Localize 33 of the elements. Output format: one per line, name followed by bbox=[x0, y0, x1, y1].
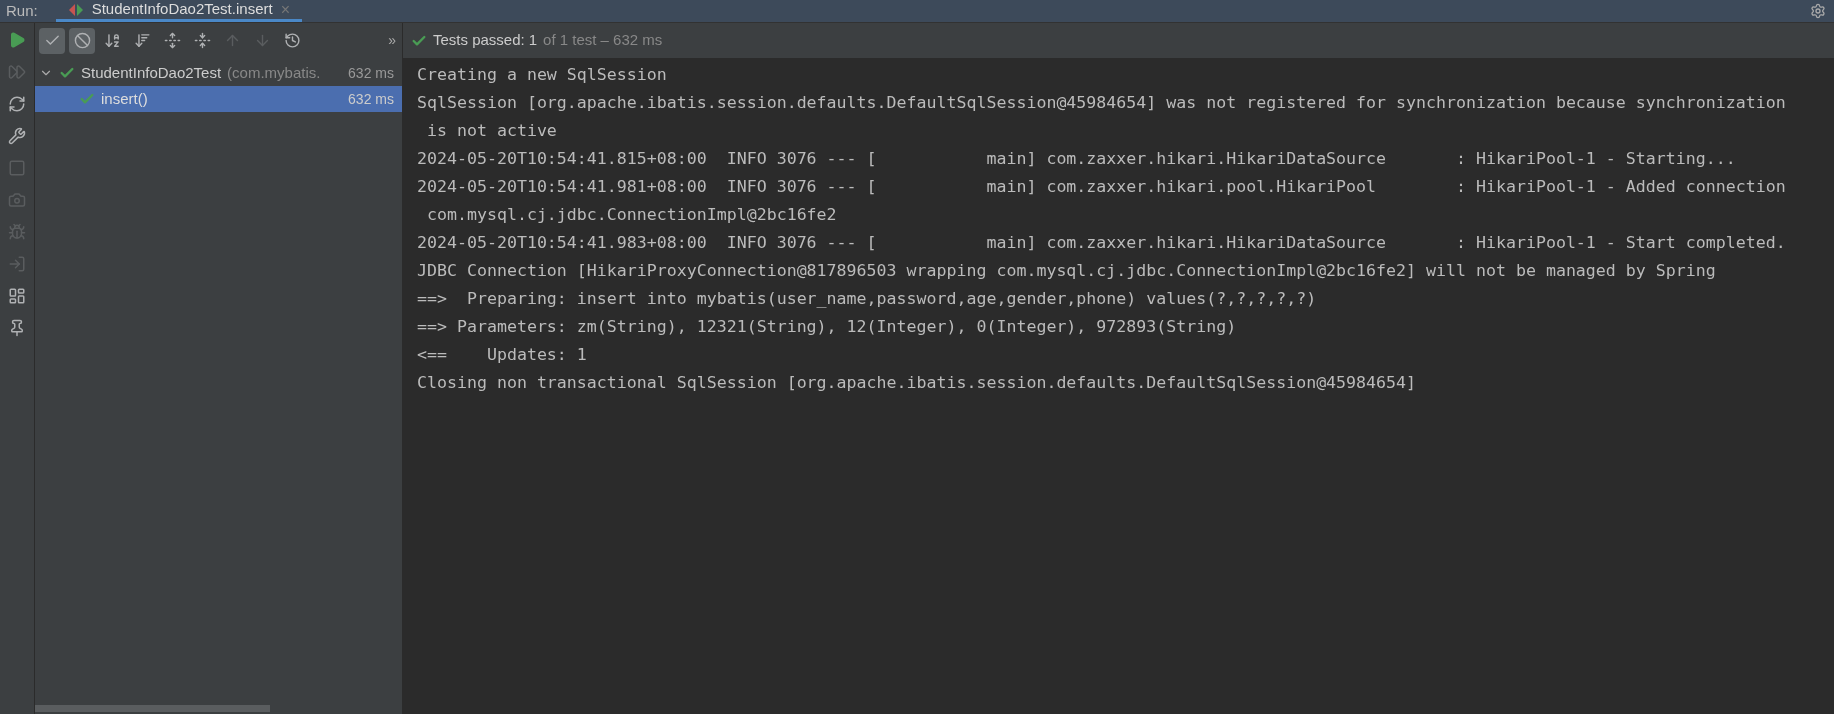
tree-row[interactable]: StudentInfoDao2Test (com.mybatis. 632 ms bbox=[35, 60, 402, 86]
console-line: Creating a new SqlSession bbox=[417, 64, 667, 86]
tab[interactable]: StudentInfoDao2Test.insert × bbox=[55, 0, 302, 22]
tree-row[interactable]: insert() 632 ms bbox=[35, 86, 402, 112]
more-button[interactable]: » bbox=[388, 30, 398, 51]
console-line: SqlSession [org.apache.ibatis.session.defaults.DefaultSqlSession@45984654] was not registered for synchronization because synchronization bbox=[417, 92, 1786, 114]
layout-icon[interactable] bbox=[8, 287, 26, 305]
collapse-icon bbox=[193, 32, 211, 49]
clock-icon bbox=[283, 32, 301, 49]
run-icon[interactable] bbox=[8, 31, 26, 49]
settings-icon[interactable] bbox=[1810, 3, 1826, 19]
console-line: 2024-05-20T10:54:41.815+08:00 INFO 3076 --- [ main] com.zaxxer.hikari.HikariDataSource : HikariPool-1 - Starting... bbox=[417, 148, 1736, 170]
pin-icon[interactable] bbox=[8, 319, 26, 337]
refresh-icon[interactable] bbox=[8, 95, 26, 113]
console-line: ==> Parameters: zm(String), 12321(String), 12(Integer), 0(Integer), 972893(String) bbox=[417, 316, 1237, 338]
check-button[interactable] bbox=[39, 27, 65, 54]
console-line: is not active bbox=[426, 120, 557, 142]
wrench-icon[interactable] bbox=[8, 127, 26, 145]
console-line: Closing non transactional SqlSession [org.apache.ibatis.session.defaults.DefaultSqlSession@45984654] bbox=[417, 372, 1417, 394]
sort-alpha-icon bbox=[103, 32, 121, 49]
expand-icon bbox=[163, 32, 181, 49]
console-line: 2024-05-20T10:54:41.981+08:00 INFO 3076 --- [ main] com.zaxxer.hikari.pool.HikariPool : HikariPool-1 - Added connection bbox=[417, 176, 1786, 198]
test-run-icon bbox=[67, 2, 84, 17]
console-line: <== Updates: 1 bbox=[417, 344, 587, 366]
scrollbar[interactable] bbox=[35, 705, 270, 712]
ban-icon bbox=[73, 32, 91, 49]
console-line: 2024-05-20T10:54:41.983+08:00 INFO 3076 --- [ main] com.zaxxer.hikari.HikariDataSource : HikariPool-1 - Start completed. bbox=[417, 232, 1786, 254]
console-line: ==> Preparing: insert into mybatis(user_name,password,age,gender,phone) values(?,?,?,?,?) bbox=[417, 288, 1317, 310]
console-line: JDBC Connection [HikariProxyConnection@817896503 wrapping com.mysql.cj.jdbc.ConnectionImpl@2bc16fe2] will not be managed by Spring bbox=[417, 260, 1716, 282]
sort-icon bbox=[133, 32, 151, 49]
console-line: com.mysql.cj.jdbc.ConnectionImpl@2bc16fe2 bbox=[426, 204, 837, 226]
ban-button[interactable] bbox=[69, 27, 95, 54]
run-label: Run: bbox=[5, 0, 39, 21]
